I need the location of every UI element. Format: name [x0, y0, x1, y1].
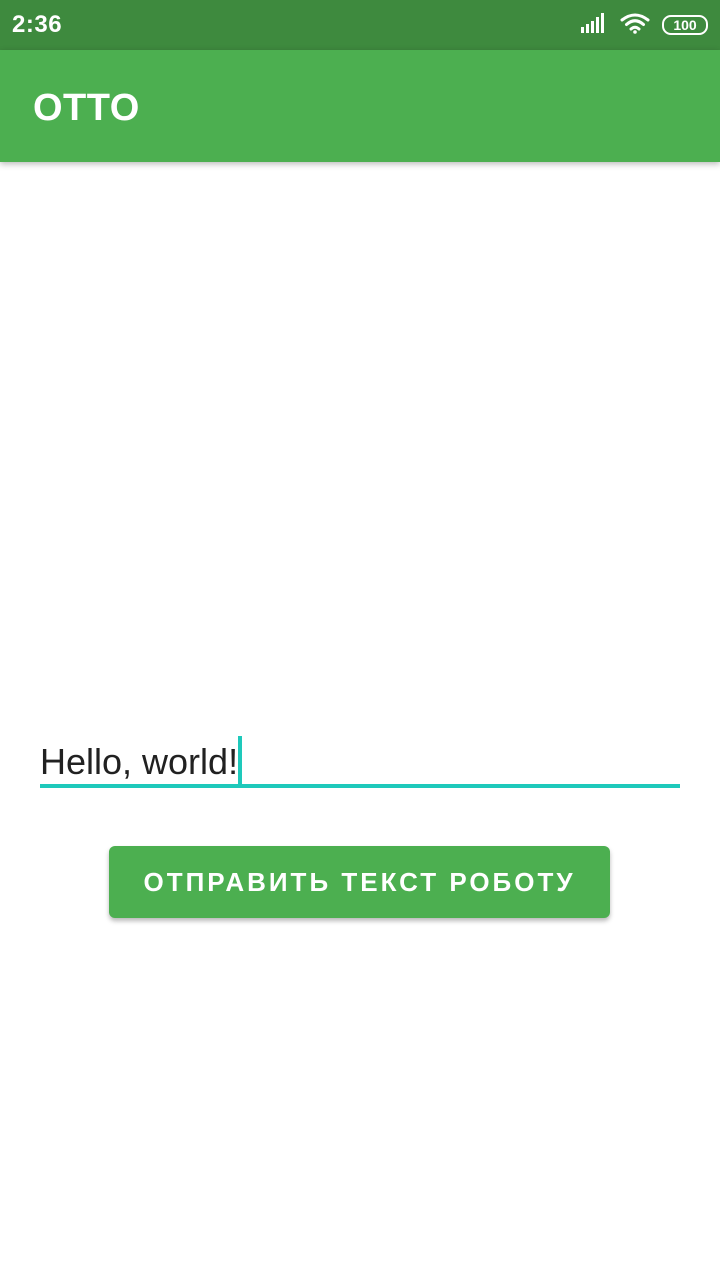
message-text-field[interactable]: Hello, world!: [40, 730, 680, 790]
app-title: OTTO: [33, 87, 140, 129]
app-screen: 2:36 100 OTTO Hello, world! ОТПРАВИТЬ ТЕ…: [0, 0, 720, 1280]
status-icons: 100: [580, 12, 708, 38]
text-field-underline: [40, 784, 680, 788]
send-to-robot-button-label: ОТПРАВИТЬ ТЕКСТ РОБОТУ: [143, 866, 576, 897]
send-to-robot-button[interactable]: ОТПРАВИТЬ ТЕКСТ РОБОТУ: [109, 846, 610, 918]
status-bar: 2:36 100: [0, 0, 720, 50]
message-input[interactable]: Hello, world!: [40, 736, 243, 784]
status-time: 2:36: [12, 11, 63, 38]
message-input-value: Hello, world!: [40, 741, 239, 782]
app-bar: OTTO: [0, 50, 720, 162]
wifi-icon: [620, 12, 650, 39]
text-cursor: [238, 736, 243, 784]
battery-level: 100: [673, 17, 697, 33]
signal-icon: [580, 12, 608, 39]
main-content: Hello, world! ОТПРАВИТЬ ТЕКСТ РОБОТУ: [0, 162, 720, 1280]
battery-icon: 100: [662, 15, 708, 35]
